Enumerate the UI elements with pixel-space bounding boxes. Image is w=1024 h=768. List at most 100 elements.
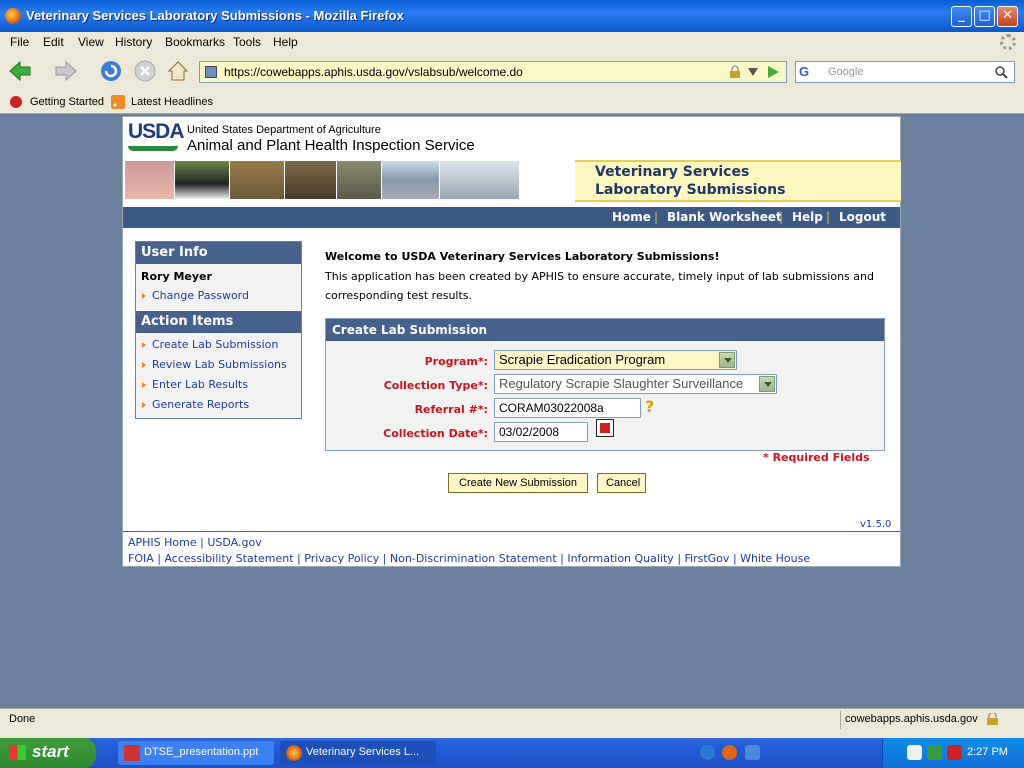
menu-bookmarks[interactable]: Bookmarks (165, 35, 225, 49)
version-label: v1.5.0 (860, 519, 892, 530)
user-info-header: User Info (136, 242, 301, 264)
bookmark-latest-headlines[interactable]: Latest Headlines (131, 96, 213, 108)
footer-aphis-home[interactable]: APHIS Home (128, 536, 197, 549)
building-photo (440, 161, 520, 199)
footer-white-house[interactable]: White House (740, 552, 810, 565)
tray-icon-1[interactable] (907, 745, 922, 760)
search-input[interactable]: Google (828, 66, 863, 78)
ie-icon[interactable] (700, 745, 715, 760)
footer-accessibility[interactable]: Accessibility Statement (164, 552, 293, 565)
magnifier-icon[interactable] (994, 65, 1008, 79)
action-items-header: Action Items (136, 311, 301, 333)
tray-icon-2[interactable] (927, 745, 942, 760)
navigation-toolbar: https://cowebapps.aphis.usda.gov/vslabsu… (0, 52, 1024, 90)
status-divider (840, 711, 841, 729)
address-bar[interactable]: https://cowebapps.aphis.usda.gov/vslabsu… (199, 61, 787, 83)
back-arrow-icon[interactable] (8, 59, 32, 83)
help-icon[interactable]: ? (645, 397, 654, 416)
firefox-icon (286, 745, 302, 761)
menu-bar: File Edit View History Bookmarks Tools H… (0, 32, 1024, 52)
footer-privacy[interactable]: Privacy Policy (304, 552, 379, 565)
lock-icon[interactable] (986, 713, 999, 726)
throbber-icon (1000, 34, 1016, 50)
maximize-button[interactable]: □ (974, 6, 995, 27)
action-enter-lab-results[interactable]: Enter Lab Results (152, 378, 248, 391)
usda-logo-text: USDA (128, 120, 185, 143)
menu-tools[interactable]: Tools (233, 35, 261, 49)
site-icon (205, 66, 217, 78)
banner-title-line2: Laboratory Submissions (595, 182, 786, 198)
task-label: Veterinary Services L... (306, 746, 420, 758)
header-photo-strip (125, 161, 575, 199)
web-page: USDA United States Department of Agricul… (122, 116, 901, 567)
home-icon[interactable] (166, 59, 190, 83)
status-bar: Done cowebapps.aphis.usda.gov (0, 708, 1024, 730)
footer-divider (123, 531, 900, 532)
firefox-icon (5, 8, 21, 24)
stop-icon[interactable] (133, 59, 157, 83)
collection-type-select[interactable]: Regulatory Scrapie Slaughter Surveillanc… (494, 374, 777, 394)
collection-date-label: Collection Date*: (383, 427, 488, 440)
welcome-title: Welcome to USDA Veterinary Services Labo… (325, 250, 720, 263)
footer-foia[interactable]: FOIA (128, 552, 154, 565)
action-review-lab-submissions[interactable]: Review Lab Submissions (152, 358, 287, 371)
footer-firstgov[interactable]: FirstGov (685, 552, 730, 565)
dropdown-arrow-icon[interactable] (748, 68, 758, 76)
outlook-icon[interactable] (745, 745, 760, 760)
cancel-button[interactable]: Cancel (597, 473, 646, 493)
program-select[interactable]: Scrapie Eradication Program (494, 350, 737, 370)
banner-title-line1: Veterinary Services (595, 164, 750, 180)
menu-file[interactable]: File (10, 35, 29, 49)
change-password-link[interactable]: Change Password (152, 289, 249, 302)
close-button[interactable]: ✕ (997, 6, 1018, 27)
footer-usda-gov[interactable]: USDA.gov (207, 536, 261, 549)
footer-line2: FOIA | Accessibility Statement | Privacy… (128, 552, 811, 565)
nav-blank-worksheet[interactable]: Blank Worksheet (667, 210, 782, 224)
create-new-submission-button[interactable]: Create New Submission (448, 473, 588, 493)
minimize-button[interactable]: _ (951, 6, 972, 27)
bullet-arrow-icon (142, 342, 146, 348)
nav-logout[interactable]: Logout (839, 210, 886, 224)
cow-photo (175, 161, 230, 199)
usda-logo[interactable]: USDA (123, 117, 185, 157)
nav-separator: | (779, 210, 784, 224)
dropdown-arrow-icon[interactable] (719, 352, 735, 368)
dropdown-arrow-icon[interactable] (759, 376, 775, 392)
bullet-arrow-icon (142, 293, 146, 299)
usda-swoosh (128, 146, 178, 151)
app-banner: Veterinary Services Laboratory Submissio… (575, 160, 901, 202)
search-box[interactable]: G Google (795, 61, 1015, 83)
collection-type-selected-value: Regulatory Scrapie Slaughter Surveillanc… (499, 376, 744, 391)
sidebar: User Info Rory Meyer Change Password Act… (135, 241, 302, 419)
action-generate-reports[interactable]: Generate Reports (152, 398, 249, 411)
nav-home[interactable]: Home (612, 210, 651, 224)
menu-help[interactable]: Help (273, 35, 298, 49)
bookmarks-toolbar: Getting Started Latest Headlines (0, 90, 1024, 114)
menu-edit[interactable]: Edit (43, 35, 64, 49)
start-button[interactable]: start (0, 738, 96, 768)
nav-help[interactable]: Help (792, 210, 823, 224)
browser-content: USDA United States Department of Agricul… (0, 114, 1024, 708)
go-icon[interactable] (766, 65, 780, 79)
url-text[interactable]: https://cowebapps.aphis.usda.gov/vslabsu… (224, 65, 523, 79)
tray-icon-3[interactable] (947, 745, 962, 760)
firefox-quicklaunch-icon[interactable] (722, 745, 737, 760)
action-create-lab-submission[interactable]: Create Lab Submission (152, 338, 278, 351)
forward-arrow-icon[interactable] (54, 59, 78, 83)
footer-non-discrimination[interactable]: Non-Discrimination Statement (390, 552, 557, 565)
reload-icon[interactable] (99, 59, 123, 83)
bookmark-getting-started[interactable]: Getting Started (30, 96, 104, 108)
task-dtse-presentation[interactable]: DTSE_presentation.ppt (118, 741, 274, 765)
task-firefox[interactable]: Veterinary Services L... (280, 741, 436, 765)
footer-information-quality[interactable]: Information Quality (567, 552, 673, 565)
calendar-icon[interactable] (596, 419, 614, 437)
search-engine-icon[interactable]: G (799, 64, 809, 79)
top-navigation: Home | Blank Worksheet | Help | Logout (123, 207, 900, 228)
window-title: Veterinary Services Laboratory Submissio… (26, 8, 404, 23)
referral-input[interactable]: CORAM03022008a (494, 398, 641, 418)
collection-date-input[interactable]: 03/02/2008 (494, 422, 588, 442)
menu-view[interactable]: View (78, 35, 104, 49)
task-label: DTSE_presentation.ppt (144, 746, 259, 758)
menu-history[interactable]: History (115, 35, 152, 49)
bullet-arrow-icon (142, 362, 146, 368)
